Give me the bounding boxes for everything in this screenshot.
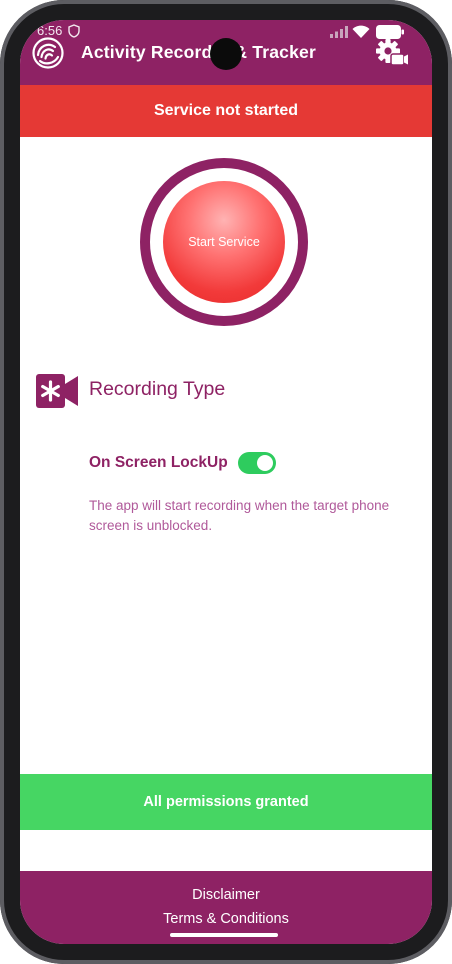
front-camera-cutout [210,38,242,70]
permissions-status-text: All permissions granted [143,794,309,810]
screen: 6:56 Activity Recorder & Tracker Service… [20,20,432,944]
home-indicator[interactable] [170,933,278,937]
terms-link[interactable]: Terms & Conditions [20,911,432,927]
recording-type-title: Recording Type [89,378,226,400]
screen-lockup-toggle[interactable] [238,452,276,474]
settings-camera-icon[interactable] [376,38,408,68]
recording-description: The app will start recording when the ta… [89,498,390,533]
shield-icon [68,24,80,38]
app-bar: 6:56 Activity Recorder & Tracker [20,20,432,85]
app-logo-icon [32,37,64,69]
phone-frame: 6:56 Activity Recorder & Tracker Service… [0,0,452,964]
signal-icon [330,26,348,38]
status-time: 6:56 [37,23,63,38]
app-title: Activity Recorder & Tracker [81,42,316,62]
camera-asterisk-icon [36,374,78,408]
permissions-banner: All permissions granted [20,774,432,830]
start-service-button[interactable]: Start Service [163,181,285,303]
service-status-banner: Service not started [20,85,432,137]
disclaimer-link[interactable]: Disclaimer [20,887,432,903]
battery-icon [376,25,404,39]
toggle-knob [257,455,273,471]
screen-lockup-label: On Screen LockUp [89,454,228,471]
service-status-text: Service not started [153,102,299,119]
wifi-icon [352,25,370,38]
footer-bar: Disclaimer Terms & Conditions [20,871,432,944]
start-service-label: Start Service [188,235,260,249]
